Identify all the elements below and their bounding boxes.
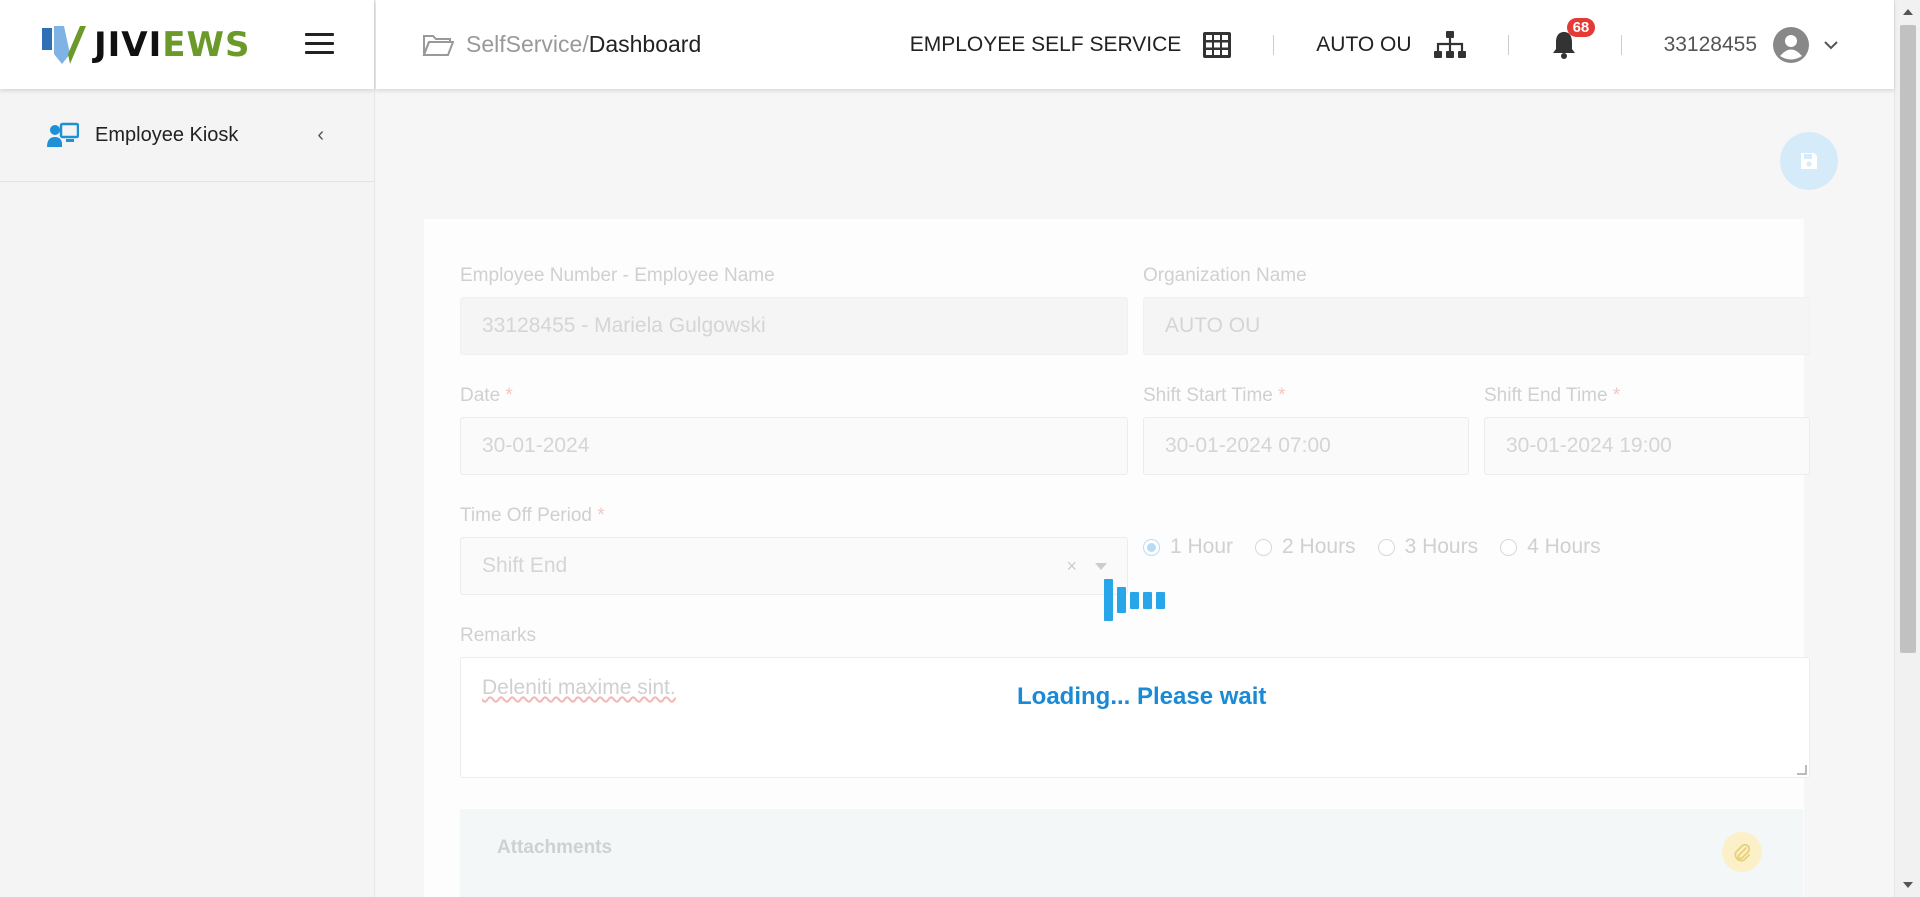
breadcrumb-dashboard: Dashboard (588, 31, 702, 57)
org-name-value: AUTO OU (1165, 314, 1261, 337)
paperclip-icon (1734, 843, 1751, 862)
shift-start-label-text: Shift Start Time (1143, 385, 1273, 406)
remarks-textarea[interactable]: Deleniti maxime sint. (460, 657, 1810, 778)
radio-circle (1377, 538, 1395, 556)
attachments-section: Attachments (460, 809, 1803, 897)
chevron-left-icon[interactable]: ‹ (317, 124, 324, 147)
notifications-button[interactable]: 68 (1551, 17, 1596, 60)
breadcrumb: SelfService / Dashboard (422, 31, 701, 58)
shift-start-label: Shift Start Time * (1143, 385, 1286, 407)
date-label: Date * (460, 385, 513, 407)
radio-circle (1500, 538, 1518, 556)
org-switcher[interactable]: AUTO OU (1316, 30, 1466, 59)
loader-bar (1130, 591, 1139, 609)
attachments-label: Attachments (497, 837, 613, 858)
required-mark: * (597, 505, 605, 526)
org-label: AUTO OU (1316, 32, 1412, 56)
brand-text-b: EWS (162, 24, 251, 65)
date-label-text: Date (460, 385, 501, 406)
employee-value: 33128455 - Mariela Gulgowski (482, 314, 766, 337)
brand-text-a: JIVI (94, 24, 163, 65)
shift-end-value: 30-01-2024 19:00 (1506, 434, 1672, 457)
shift-start-value: 30-01-2024 07:00 (1165, 434, 1331, 457)
chevron-down-icon (1824, 40, 1838, 49)
employee-label: Employee Number - Employee Name (460, 265, 775, 286)
shift-start-field[interactable]: 30-01-2024 07:00 (1143, 417, 1469, 475)
scrollbar-thumb[interactable] (1900, 25, 1916, 653)
brand-header: JIVIEWS (0, 0, 374, 89)
required-mark: * (1278, 385, 1286, 406)
radio-label: 3 Hours (1404, 535, 1479, 558)
divider (1620, 34, 1622, 55)
shift-end-label: Shift End Time * (1484, 385, 1620, 407)
attach-button[interactable] (1722, 832, 1762, 872)
date-field[interactable]: 30-01-2024 (460, 417, 1128, 475)
radio-circle (1255, 538, 1273, 556)
loading-text: Loading... Please wait (1017, 683, 1267, 710)
radio-label: 1 Hour (1170, 535, 1234, 558)
date-value: 30-01-2024 (482, 434, 590, 457)
save-button[interactable] (1780, 132, 1838, 190)
save-icon (1801, 153, 1817, 169)
required-mark: * (505, 385, 513, 406)
logo-icon (42, 25, 86, 64)
time-off-hours-radio-group: 1 Hour 2 Hours 3 Hours 4 Hours (1143, 535, 1623, 559)
kiosk-icon (47, 122, 79, 147)
loader-bar (1143, 591, 1152, 609)
remarks-label: Remarks (460, 625, 537, 646)
topbar-right: EMPLOYEE SELF SERVICE AUTO OU 68 3312845… (909, 17, 1839, 63)
topbar: SelfService / Dashboard EMPLOYEE SELF SERV… (376, 0, 1894, 89)
shift-end-label-text: Shift End Time (1484, 385, 1608, 406)
loader-bar (1104, 579, 1113, 621)
employee-field: 33128455 - Mariela Gulgowski (460, 297, 1128, 355)
divider (1273, 34, 1275, 55)
module-label: EMPLOYEE SELF SERVICE (909, 32, 1182, 56)
timeoff-select[interactable]: Shift End × (460, 537, 1128, 595)
radio-4-hours[interactable]: 4 Hours (1500, 535, 1601, 559)
radio-3-hours[interactable]: 3 Hours (1377, 535, 1479, 559)
resize-handle-icon[interactable] (1797, 765, 1807, 775)
remarks-value: Deleniti maxime sint. (482, 676, 676, 699)
grid-icon (1203, 31, 1232, 58)
hamburger-menu-icon[interactable] (305, 33, 334, 55)
scroll-down-arrow-icon[interactable] (1903, 882, 1913, 888)
sidebar-item-label: Employee Kiosk (95, 123, 239, 146)
sidebar: JIVIEWS Employee Kiosk ‹ (0, 0, 375, 897)
scrollbar[interactable] (1894, 0, 1920, 897)
user-id: 33128455 (1663, 32, 1757, 56)
caret-down-icon (1095, 562, 1107, 570)
module-switcher[interactable]: EMPLOYEE SELF SERVICE (909, 31, 1232, 58)
notification-count-badge: 68 (1566, 17, 1596, 37)
org-name-field: AUTO OU (1143, 297, 1810, 355)
loader-bar (1117, 587, 1126, 613)
breadcrumb-selfservice[interactable]: SelfService (466, 31, 582, 58)
scroll-up-arrow-icon[interactable] (1903, 9, 1913, 15)
org-chart-icon (1433, 30, 1466, 58)
shift-end-field[interactable]: 30-01-2024 19:00 (1484, 417, 1810, 475)
radio-2-hours[interactable]: 2 Hours (1255, 535, 1356, 559)
loader-bar (1156, 591, 1165, 609)
timeoff-label-text: Time Off Period (460, 505, 592, 526)
clear-icon[interactable]: × (1066, 556, 1077, 577)
brand-logo-text: JIVIEWS (94, 25, 250, 65)
timeoff-value: Shift End (482, 554, 568, 577)
user-menu[interactable]: 33128455 (1663, 26, 1839, 63)
radio-label: 2 Hours (1282, 535, 1356, 558)
sidebar-item-employee-kiosk[interactable]: Employee Kiosk ‹ (0, 89, 374, 182)
timeoff-label: Time Off Period * (460, 505, 605, 527)
radio-label: 4 Hours (1527, 535, 1601, 558)
required-mark: * (1612, 385, 1621, 406)
org-name-label: Organization Name (1143, 265, 1307, 286)
loading-spinner (1104, 579, 1169, 621)
radio-circle (1143, 538, 1160, 556)
folder-open-icon (422, 34, 454, 56)
radio-1-hour[interactable]: 1 Hour (1143, 535, 1233, 559)
divider (1507, 34, 1509, 55)
avatar-icon (1773, 26, 1809, 63)
